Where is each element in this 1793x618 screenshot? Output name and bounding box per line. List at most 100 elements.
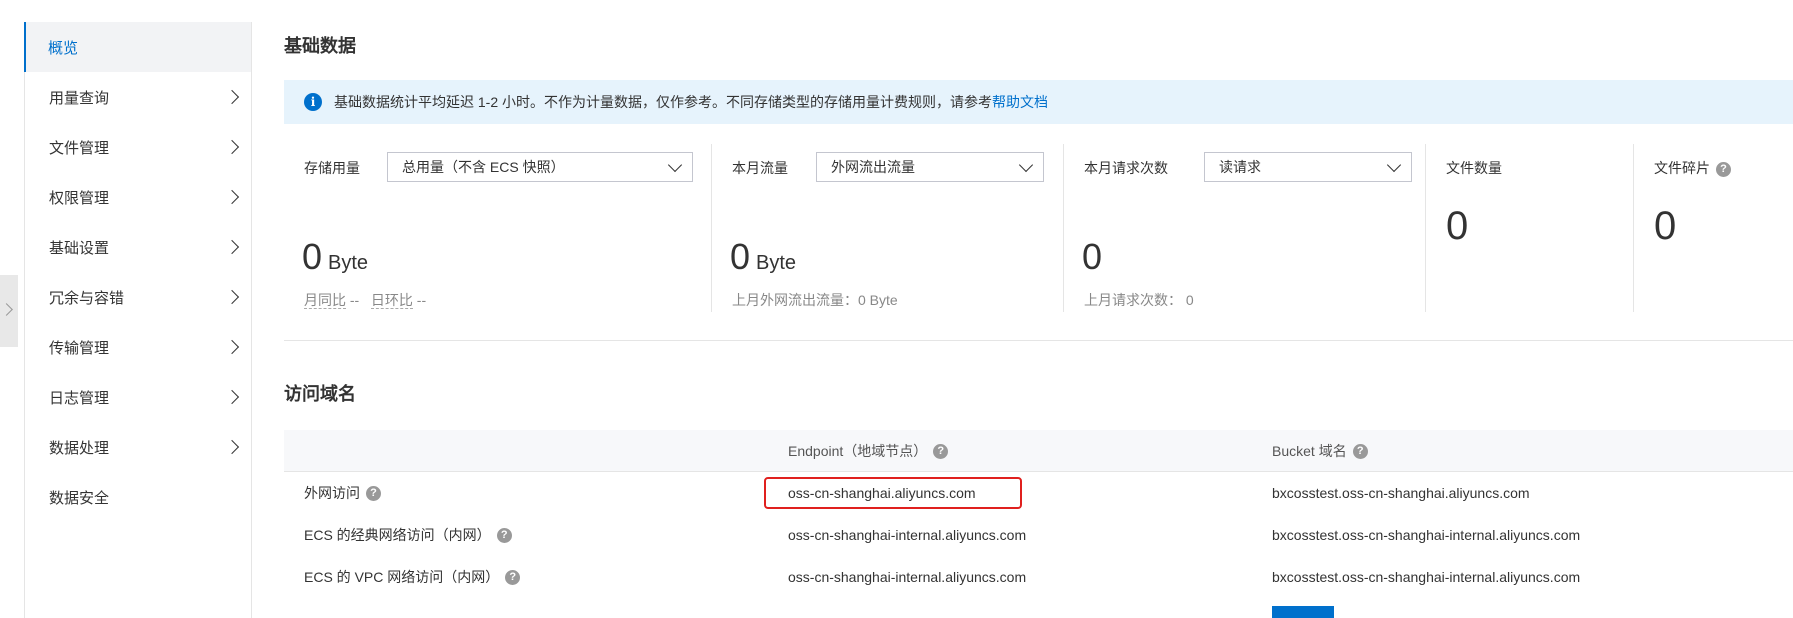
access-type: 外网访问? xyxy=(304,472,381,514)
access-domain-title: 访问域名 xyxy=(284,384,356,404)
files-label: 文件数量 xyxy=(1446,160,1502,176)
access-type-label: 外网访问 xyxy=(304,485,360,501)
sidebar: 概览 用量查询 文件管理 权限管理 基础设置 冗余与容错 传输管理 日志管理 数… xyxy=(24,22,252,618)
sidebar-item-redundancy[interactable]: 冗余与容错 xyxy=(25,272,251,322)
stat-traffic: 本月流量 外网流出流量 0 Byte 上月外网流出流量：0 Byte xyxy=(712,144,1064,312)
info-icon: i xyxy=(304,93,322,111)
sidebar-item-label: 数据安全 xyxy=(49,489,110,507)
sidebar-item-label: 冗余与容错 xyxy=(49,289,125,307)
requests-last-month-label: 上月请求次数： xyxy=(1084,292,1182,308)
stat-files: 文件数量 0 xyxy=(1426,144,1634,312)
storage-number: 0 xyxy=(302,236,323,277)
storage-select-value: 总用量（不含 ECS 快照） xyxy=(402,159,565,175)
sidebar-item-overview[interactable]: 概览 xyxy=(24,22,251,72)
sidebar-item-label: 概览 xyxy=(48,39,79,57)
stats-panel: 存储用量 总用量（不含 ECS 快照） 0 Byte 月同比 -- 日环比 -- … xyxy=(284,144,1793,312)
access-type-label: ECS 的 VPC 网络访问（内网） xyxy=(304,569,500,585)
files-value: 0 xyxy=(1446,204,1469,248)
endpoint-header-label: Endpoint（地域节点） xyxy=(788,443,928,459)
mom-label: 月同比 xyxy=(304,292,346,309)
traffic-value: 0 Byte xyxy=(730,236,796,278)
help-icon[interactable]: ? xyxy=(1716,161,1731,177)
table-row: 外网访问? oss-cn-shanghai.aliyuncs.com bxcos… xyxy=(284,472,1793,514)
request-type-select[interactable]: 读请求 xyxy=(1204,152,1412,182)
bucket-domain-value[interactable]: bxcosstest.oss-cn-shanghai.aliyuncs.com xyxy=(1272,472,1530,514)
sidebar-item-label: 文件管理 xyxy=(49,139,110,157)
action-button[interactable] xyxy=(1272,606,1334,618)
chevron-down-icon xyxy=(667,157,683,173)
sidebar-item-transfer-management[interactable]: 传输管理 xyxy=(25,322,251,372)
help-icon[interactable]: ? xyxy=(496,527,512,543)
requests-label: 本月请求次数 xyxy=(1084,160,1168,176)
chevron-right-icon xyxy=(224,439,240,455)
access-type: ECS 的经典网络访问（内网）? xyxy=(304,514,512,556)
bucket-domain-value[interactable]: bxcosstest.oss-cn-shanghai-internal.aliy… xyxy=(1272,556,1580,598)
dod-label: 日环比 xyxy=(370,292,413,309)
stat-requests: 本月请求次数 读请求 0 上月请求次数： 0 xyxy=(1064,144,1426,312)
sidebar-item-data-security[interactable]: 数据安全 xyxy=(25,472,251,522)
endpoint-header: Endpoint（地域节点）? xyxy=(788,430,949,472)
chevron-right-icon xyxy=(224,339,240,355)
requests-last-month: 上月请求次数： 0 xyxy=(1084,290,1194,310)
sidebar-item-permission-management[interactable]: 权限管理 xyxy=(25,172,251,222)
section-divider xyxy=(284,340,1793,341)
requests-value: 0 xyxy=(1082,236,1103,277)
stat-storage: 存储用量 总用量（不含 ECS 快照） 0 Byte 月同比 -- 日环比 -- xyxy=(284,144,712,312)
requests-last-month-value: 0 xyxy=(1185,292,1194,308)
table-row: ECS 的 VPC 网络访问（内网）? oss-cn-shanghai-inte… xyxy=(284,556,1793,598)
help-icon[interactable]: ? xyxy=(505,569,521,585)
sidebar-item-usage-query[interactable]: 用量查询 xyxy=(25,72,251,122)
sidebar-item-file-management[interactable]: 文件管理 xyxy=(25,122,251,172)
chevron-right-icon xyxy=(224,189,240,205)
storage-value: 0 Byte xyxy=(302,236,368,278)
endpoint-value[interactable]: oss-cn-shanghai.aliyuncs.com xyxy=(788,472,976,514)
sidebar-item-label: 权限管理 xyxy=(49,189,110,207)
traffic-label: 本月流量 xyxy=(732,160,788,176)
table-row: ECS 的经典网络访问（内网）? oss-cn-shanghai-interna… xyxy=(284,514,1793,556)
storage-unit: Byte xyxy=(328,252,369,274)
sidebar-item-label: 日志管理 xyxy=(49,389,110,407)
chevron-right-icon xyxy=(224,389,240,405)
bucket-domain-value[interactable]: bxcosstest.oss-cn-shanghai-internal.aliy… xyxy=(1272,514,1580,556)
traffic-select-value: 外网流出流量 xyxy=(831,159,915,175)
notice-text: 基础数据统计平均延迟 1-2 小时。不作为计量数据，仅作参考。不同存储类型的存储… xyxy=(334,94,993,110)
info-notice: i 基础数据统计平均延迟 1-2 小时。不作为计量数据，仅作参考。不同存储类型的… xyxy=(284,80,1793,124)
domain-table: Endpoint（地域节点）? Bucket 域名? 外网访问? oss-cn-… xyxy=(284,430,1793,598)
chevron-right-icon xyxy=(224,89,240,105)
fragments-label: 文件碎片? xyxy=(1654,158,1731,178)
table-header: Endpoint（地域节点）? Bucket 域名? xyxy=(284,430,1793,472)
sidebar-item-label: 数据处理 xyxy=(49,439,110,457)
fragments-label-text: 文件碎片 xyxy=(1654,160,1710,176)
mom-value: -- xyxy=(349,292,360,308)
bucket-header-label: Bucket 域名 xyxy=(1272,443,1347,459)
storage-compare: 月同比 -- 日环比 -- xyxy=(304,290,426,310)
chevron-down-icon xyxy=(1386,157,1402,173)
sidebar-item-basic-settings[interactable]: 基础设置 xyxy=(25,222,251,272)
storage-type-select[interactable]: 总用量（不含 ECS 快照） xyxy=(387,152,693,182)
help-icon[interactable]: ? xyxy=(366,485,381,501)
help-icon[interactable]: ? xyxy=(933,443,949,459)
request-select-value: 读请求 xyxy=(1219,159,1261,175)
chevron-right-icon xyxy=(224,289,240,305)
access-type: ECS 的 VPC 网络访问（内网）? xyxy=(304,556,521,598)
main-content: 基础数据 i 基础数据统计平均延迟 1-2 小时。不作为计量数据，仅作参考。不同… xyxy=(284,0,1793,618)
storage-label: 存储用量 xyxy=(304,160,360,176)
fragments-value: 0 xyxy=(1654,204,1677,248)
sidebar-item-label: 用量查询 xyxy=(49,89,110,107)
help-doc-link[interactable]: 帮助文档 xyxy=(992,92,1048,112)
sidebar-item-log-management[interactable]: 日志管理 xyxy=(25,372,251,422)
endpoint-value[interactable]: oss-cn-shanghai-internal.aliyuncs.com xyxy=(788,514,1026,556)
stat-fragments: 文件碎片? 0 xyxy=(1634,144,1793,312)
chevron-down-icon xyxy=(1018,157,1034,173)
traffic-number: 0 xyxy=(730,236,751,277)
basic-data-title: 基础数据 xyxy=(284,36,356,56)
sidebar-collapse-handle[interactable] xyxy=(0,275,18,347)
dod-value: -- xyxy=(416,292,427,308)
chevron-right-icon xyxy=(224,139,240,155)
help-icon[interactable]: ? xyxy=(1352,443,1368,459)
traffic-type-select[interactable]: 外网流出流量 xyxy=(816,152,1044,182)
traffic-last-month: 上月外网流出流量：0 Byte xyxy=(732,292,898,308)
access-type-label: ECS 的经典网络访问（内网） xyxy=(304,527,491,543)
sidebar-item-data-processing[interactable]: 数据处理 xyxy=(25,422,251,472)
endpoint-value[interactable]: oss-cn-shanghai-internal.aliyuncs.com xyxy=(788,556,1026,598)
